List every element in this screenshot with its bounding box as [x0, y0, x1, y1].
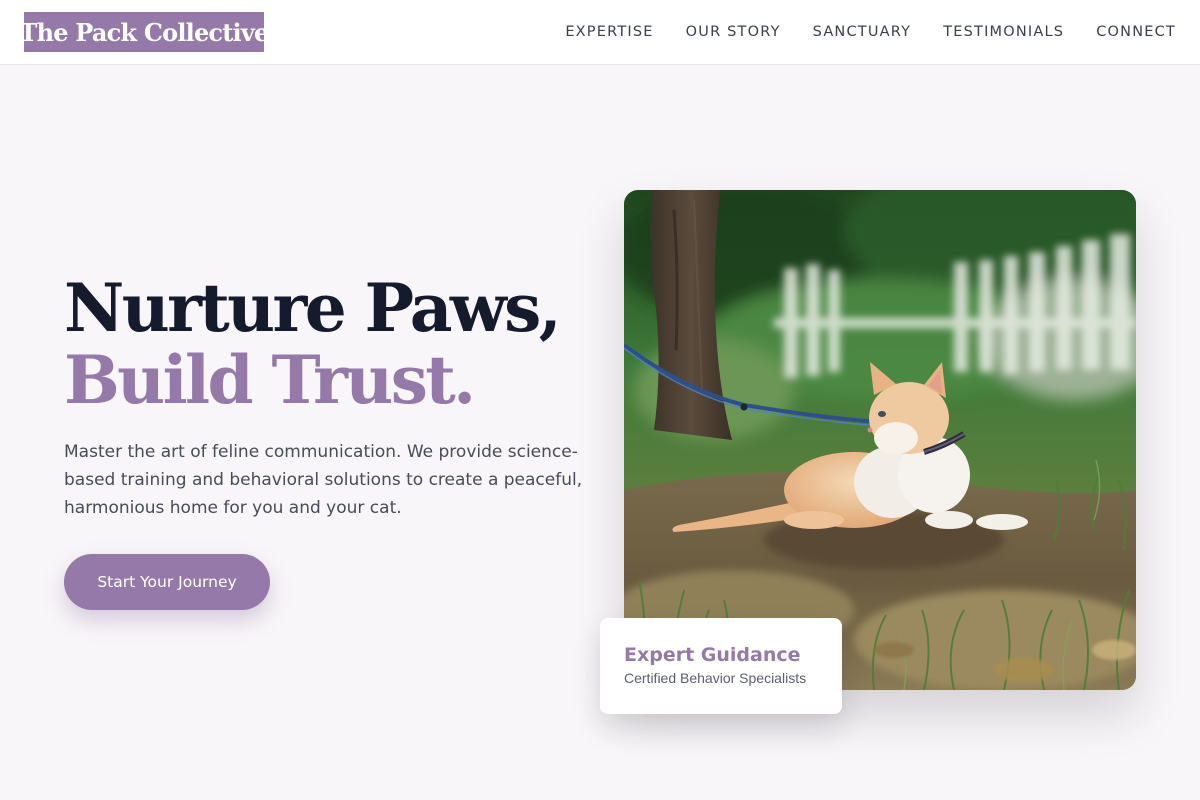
expert-guidance-card: Expert Guidance Certified Behavior Speci…: [600, 618, 842, 714]
hero-title-line-1: Nurture Paws,: [64, 269, 562, 347]
start-journey-button[interactable]: Start Your Journey: [64, 554, 270, 610]
nav-link-testimonials[interactable]: TESTIMONIALS: [943, 24, 1064, 40]
main-nav: EXPERTISE OUR STORY SANCTUARY TESTIMONIA…: [565, 0, 1176, 64]
site-header: The Pack Collective EXPERTISE OUR STORY …: [0, 0, 1200, 65]
card-title: Expert Guidance: [624, 644, 801, 666]
nav-link-sanctuary[interactable]: SANCTUARY: [813, 24, 912, 40]
brand-logo[interactable]: The Pack Collective: [20, 12, 269, 52]
kitten-photo: [624, 190, 1136, 690]
nav-link-connect[interactable]: CONNECT: [1096, 24, 1176, 40]
nav-link-expertise[interactable]: EXPERTISE: [565, 24, 653, 40]
hero-image: [624, 190, 1136, 690]
hero-description: Master the art of feline communication. …: [64, 442, 583, 518]
hero-title-line-2: Build Trust.: [64, 341, 476, 419]
nav-link-our-story[interactable]: OUR STORY: [686, 24, 781, 40]
card-subtitle: Certified Behavior Specialists: [624, 670, 807, 686]
hero-title: Nurture Paws, Build Trust.: [64, 269, 562, 419]
